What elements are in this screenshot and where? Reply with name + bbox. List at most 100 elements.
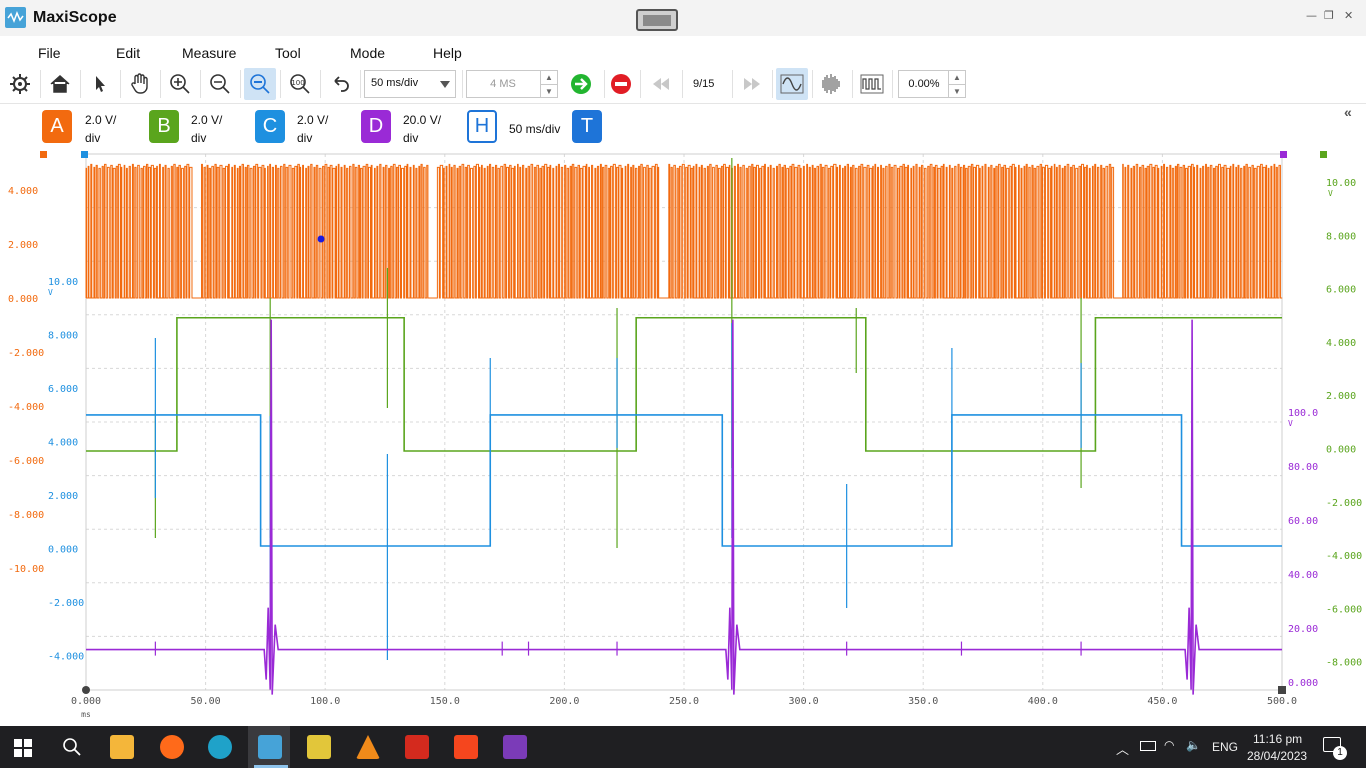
pointer-icon[interactable] xyxy=(84,68,116,100)
vlc-icon[interactable] xyxy=(356,735,380,759)
x-tick-label: 300.0 xyxy=(789,696,819,707)
square-wave-icon[interactable] xyxy=(856,68,888,100)
channel-c-tick-label: -4.000 xyxy=(48,652,84,663)
app-window: MaxiScope — ❐ ✕ File Edit Measure Tool M… xyxy=(0,0,1366,768)
edge-icon[interactable] xyxy=(208,735,232,759)
channel-a-trace xyxy=(85,163,1283,299)
maxiscope-taskbar-icon[interactable] xyxy=(258,735,282,759)
search-icon[interactable] xyxy=(62,737,82,762)
horizontal-button[interactable]: H xyxy=(467,110,497,143)
settings-icon[interactable] xyxy=(4,68,36,100)
channel-b-tick-label: -4.000 xyxy=(1326,551,1362,562)
x-tick-label: 450.0 xyxy=(1147,696,1177,707)
svg-text:100: 100 xyxy=(291,79,304,87)
channel-b-scale: 2.0 V/div xyxy=(191,113,223,145)
end-marker xyxy=(1278,686,1286,694)
menu-edit[interactable]: Edit xyxy=(116,45,140,61)
channel-a-tick-label: -2.000 xyxy=(8,348,44,359)
page-counter: 9/15 xyxy=(693,78,715,90)
windows-start-icon[interactable] xyxy=(14,739,32,762)
sample-length-spinner[interactable]: 4 MS ▲ ▼ xyxy=(466,70,558,98)
clock-date[interactable]: 28/04/2023 xyxy=(1247,749,1307,763)
zoom-percent-spinner[interactable]: 0.00% ▲ ▼ xyxy=(898,70,966,98)
zoom-in-icon[interactable] xyxy=(164,68,196,100)
battery-icon[interactable] xyxy=(1140,741,1156,751)
spin-up-icon[interactable]: ▲ xyxy=(540,71,557,84)
fast-forward-icon[interactable] xyxy=(736,68,768,100)
zoom-area-icon[interactable] xyxy=(244,68,276,100)
spin-down-icon[interactable]: ▼ xyxy=(540,84,557,97)
channel-d-scale: 20.0 V/div xyxy=(403,113,442,145)
channel-d-trace xyxy=(86,319,1282,695)
file-explorer-icon[interactable] xyxy=(110,735,134,759)
channel-d-tick-label: 20.00 xyxy=(1288,624,1318,635)
close-button[interactable]: ✕ xyxy=(1344,9,1353,22)
sine-wave-icon[interactable] xyxy=(776,68,808,100)
stop-icon[interactable] xyxy=(605,68,637,100)
collapse-panel-icon[interactable]: « xyxy=(1344,104,1352,120)
channel-d-unit: V xyxy=(1288,419,1293,428)
channel-c-tick-label: 6.000 xyxy=(48,384,78,395)
channel-d-marker xyxy=(1280,151,1287,158)
channel-a-letter: A xyxy=(50,115,64,137)
x-tick-label: 100.0 xyxy=(310,696,340,707)
horizontal-scale: 50 ms/div xyxy=(509,122,561,136)
oscilloscope-plot[interactable]: 0.000 50.00 100.0 150.0 200.0 250.0 300.0 350.0… xyxy=(0,148,1366,726)
menu-help[interactable]: Help xyxy=(433,45,462,61)
channel-b-tick-label: 0.000 xyxy=(1326,445,1356,456)
onenote-icon[interactable] xyxy=(503,735,527,759)
trigger-button[interactable]: T xyxy=(572,110,602,143)
undo-icon[interactable] xyxy=(324,68,356,100)
menu-file[interactable]: File xyxy=(38,45,61,61)
channel-b-marker xyxy=(1320,151,1327,158)
channel-b-button[interactable]: B xyxy=(149,110,179,143)
channel-c-tick-label: 10.00 xyxy=(48,277,78,288)
channel-b-letter: B xyxy=(157,115,171,137)
burst-wave-icon[interactable] xyxy=(816,68,848,100)
waveform-chart[interactable]: 0.000 50.00 100.0 150.0 200.0 250.0 300.0 350.0… xyxy=(0,148,1366,726)
pan-hand-icon[interactable] xyxy=(124,68,156,100)
spin-up-icon[interactable]: ▲ xyxy=(948,71,965,84)
x-axis-unit: ms xyxy=(81,710,91,719)
channel-d-button[interactable]: D xyxy=(361,110,391,143)
clock-time[interactable]: 11:16 pm xyxy=(1253,732,1302,746)
notification-count-badge: 1 xyxy=(1333,746,1347,760)
timebase-select[interactable]: 50 ms/div xyxy=(364,70,456,98)
channel-a-tick-label: 4.000 xyxy=(8,186,38,197)
channel-c-marker xyxy=(81,151,88,158)
timebase-value: 50 ms/div xyxy=(371,77,419,89)
zoom-fit-icon[interactable]: 100 xyxy=(284,68,316,100)
channel-c-tick-label: 0.000 xyxy=(48,545,78,556)
minimize-button[interactable]: — xyxy=(1306,9,1317,22)
chevron-up-icon[interactable]: ︿ xyxy=(1116,739,1129,758)
windows-taskbar: ︿ ◠ 🔈 ENG 11:16 pm 28/04/2023 1 xyxy=(0,726,1366,768)
origin-marker xyxy=(82,686,90,694)
wifi-icon[interactable]: ◠ xyxy=(1164,738,1174,752)
restore-button[interactable]: ❐ xyxy=(1324,9,1334,22)
channel-a-tick-label: -6.000 xyxy=(8,456,44,467)
channel-c-button[interactable]: C xyxy=(255,110,285,143)
channel-b-tick-label: 2.000 xyxy=(1326,391,1356,402)
volume-icon[interactable]: 🔈 xyxy=(1186,738,1201,752)
channel-b-tick-label: 4.000 xyxy=(1326,338,1356,349)
home-icon[interactable] xyxy=(44,68,76,100)
app-icon[interactable] xyxy=(307,735,331,759)
spin-down-icon[interactable]: ▼ xyxy=(948,84,965,97)
menu-measure[interactable]: Measure xyxy=(182,45,236,61)
pdf-reader-icon[interactable] xyxy=(405,735,429,759)
brave-icon[interactable] xyxy=(454,735,478,759)
channel-d-tick-label: 60.00 xyxy=(1288,516,1318,527)
channel-d-tick-label: 40.00 xyxy=(1288,570,1318,581)
channel-c-unit: V xyxy=(48,288,53,297)
language-indicator[interactable]: ENG xyxy=(1212,740,1238,754)
rewind-icon[interactable] xyxy=(645,68,677,100)
device-status-icon[interactable] xyxy=(636,9,678,31)
firefox-icon[interactable] xyxy=(160,735,184,759)
channel-a-button[interactable]: A xyxy=(42,110,72,143)
menu-mode[interactable]: Mode xyxy=(350,45,385,61)
menu-tool[interactable]: Tool xyxy=(275,45,301,61)
x-tick-label: 400.0 xyxy=(1028,696,1058,707)
x-tick-label: 50.00 xyxy=(191,696,221,707)
zoom-out-icon[interactable] xyxy=(204,68,236,100)
go-icon[interactable] xyxy=(565,68,597,100)
